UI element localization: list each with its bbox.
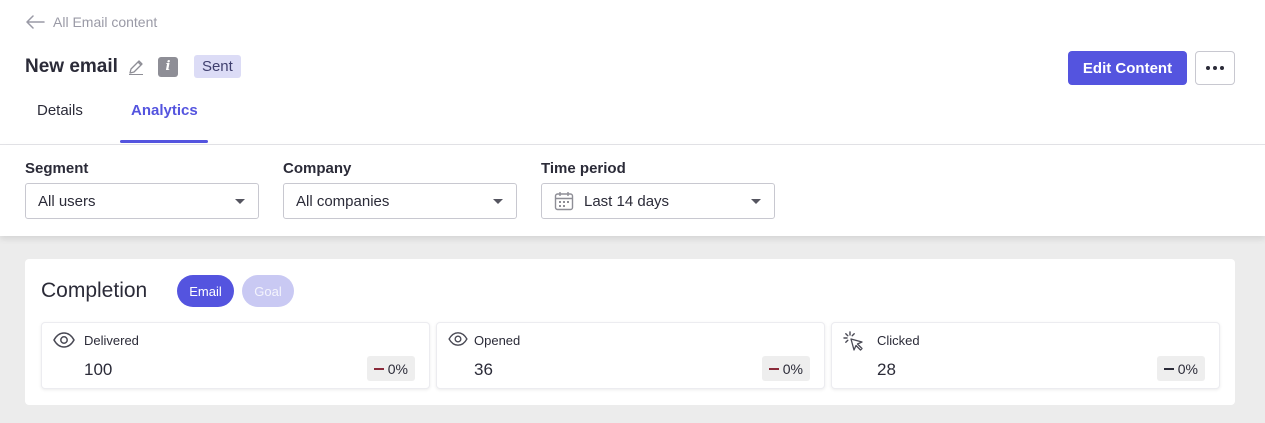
stat-clicked: Clicked 28 0% — [831, 322, 1220, 389]
title-row: New email i Sent — [25, 55, 241, 78]
minus-icon — [373, 367, 384, 370]
stat-value: 100 — [84, 360, 113, 379]
tab-analytics[interactable]: Analytics — [131, 102, 198, 119]
email-toggle[interactable]: Email — [177, 275, 234, 307]
stat-change: 0% — [366, 356, 415, 381]
time-period-label: Time period — [541, 160, 626, 177]
tab-details[interactable]: Details — [37, 102, 83, 119]
stat-change-value: 0% — [782, 360, 803, 377]
more-dots-icon — [1206, 66, 1210, 70]
active-tab-indicator — [120, 140, 208, 143]
edit-content-button[interactable]: Edit Content — [1068, 51, 1187, 85]
minus-icon — [1163, 367, 1174, 370]
calendar-icon — [554, 191, 574, 211]
status-badge: Sent — [193, 55, 241, 78]
stat-opened: Opened 36 0% — [436, 322, 825, 389]
minus-icon — [768, 367, 779, 370]
more-options-button[interactable] — [1195, 51, 1235, 85]
eye-icon — [448, 331, 468, 347]
completion-title: Completion — [41, 279, 148, 302]
filter-bar: Segment All users Company All companies … — [0, 145, 1265, 236]
completion-card: Completion Email Goal Delivered 100 0% O… — [25, 259, 1235, 405]
page-title: New email — [25, 55, 118, 77]
click-cursor-icon — [843, 331, 865, 353]
stat-label: Delivered — [84, 333, 139, 348]
segment-select[interactable]: All users — [25, 183, 259, 219]
page-header: All Email content New email i Sent Edit … — [0, 0, 1265, 145]
stat-label: Opened — [474, 333, 521, 348]
back-link-label: All Email content — [53, 14, 158, 30]
stat-label: Clicked — [877, 333, 920, 348]
stat-value: 28 — [877, 360, 896, 379]
eye-icon — [53, 331, 75, 349]
pencil-icon[interactable] — [128, 59, 144, 75]
stat-change-value: 0% — [387, 360, 408, 377]
stat-change: 0% — [761, 356, 810, 381]
company-select[interactable]: All companies — [283, 183, 517, 219]
stat-change: 0% — [1156, 356, 1205, 381]
goal-toggle[interactable]: Goal — [242, 275, 294, 307]
caret-down-icon — [235, 199, 245, 204]
stat-delivered: Delivered 100 0% — [41, 322, 430, 389]
caret-down-icon — [751, 199, 761, 204]
stat-value: 36 — [474, 360, 493, 379]
back-link[interactable]: All Email content — [25, 14, 157, 30]
time-period-value: Last 14 days — [584, 192, 670, 210]
stat-change-value: 0% — [1177, 360, 1198, 377]
info-icon[interactable]: i — [157, 56, 178, 77]
caret-down-icon — [493, 199, 503, 204]
arrow-left-icon — [26, 15, 45, 29]
segment-value: All users — [38, 192, 96, 210]
segment-label: Segment — [25, 160, 89, 177]
time-period-select[interactable]: Last 14 days — [541, 183, 775, 219]
company-label: Company — [283, 160, 352, 177]
company-value: All companies — [296, 192, 390, 210]
